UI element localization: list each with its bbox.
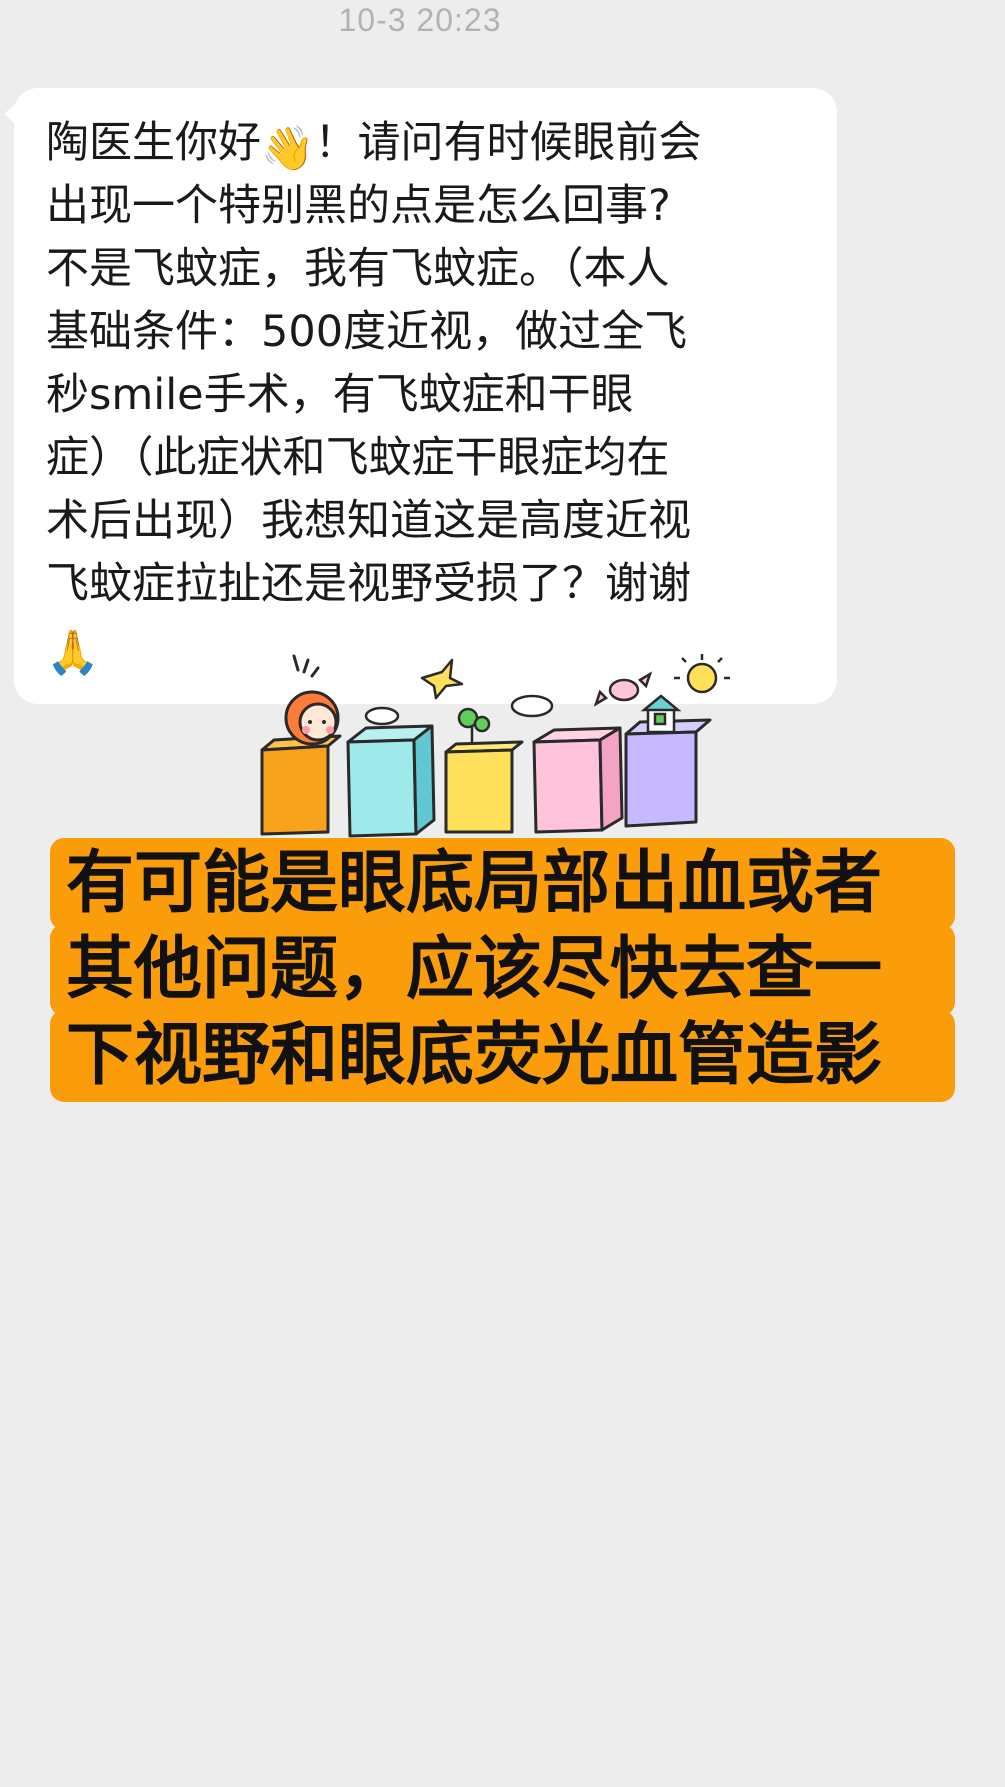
message-line-4: 基础条件：500度近视，做过全飞 — [46, 307, 688, 357]
reply-line-2: 其他问题，应该尽快去查一 — [50, 924, 955, 1016]
praying-hands-emoji-icon: 🙏 — [46, 628, 100, 678]
reply-line-3: 下视野和眼底荧光血管造影 — [50, 1010, 955, 1102]
message-timestamp: 10-3 20:23 — [338, 2, 502, 38]
message-line-7: 术后出现）我想知道这是高度近视 — [46, 496, 691, 546]
message-line-6: 症）（此症状和飞蚊症干眼症均在 — [46, 433, 670, 483]
incoming-message-text: 陶医生你好👋！请问有时候眼前会 出现一个特别黑的点是怎么回事? 不是飞蚊症，我有… — [46, 112, 821, 679]
kid-with-colorful-blocks-sticker-icon — [260, 654, 730, 838]
message-line-5: 秒smile手术，有飞蚊症和干眼 — [46, 370, 634, 420]
message-line-3: 不是飞蚊症，我有飞蚊症。（本人 — [46, 244, 670, 294]
reply-overlay: 有可能是眼底局部出血或者 其他问题，应该尽快去查一 下视野和眼底荧光血管造影 — [50, 838, 955, 1102]
message-line-8: 飞蚊症拉扯还是视野受损了？谢谢 — [46, 559, 691, 609]
waving-hand-emoji-icon: 👋 — [261, 124, 315, 174]
reply-line-1: 有可能是眼底局部出血或者 — [50, 838, 955, 930]
message-line-1: 陶医生你好👋！请问有时候眼前会 — [46, 112, 821, 175]
message-line-2: 出现一个特别黑的点是怎么回事? — [46, 181, 671, 231]
